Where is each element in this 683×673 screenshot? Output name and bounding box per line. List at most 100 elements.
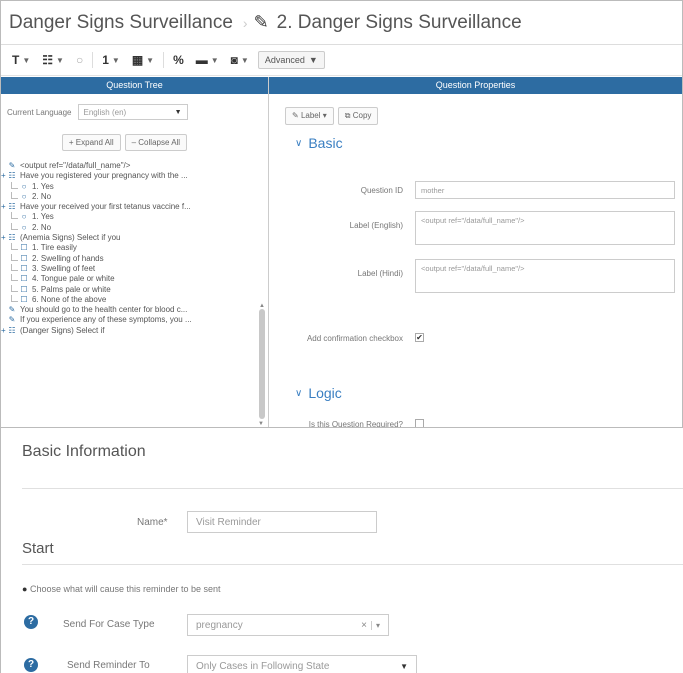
tree-item[interactable]: ✎ If you experience any of these symptoms…	[1, 315, 268, 325]
number-icon: 1	[102, 53, 109, 67]
caret-down-icon: ▼	[146, 55, 155, 65]
list-icon: ☷	[8, 202, 16, 212]
required-row: Is this Question Required?	[269, 415, 424, 427]
label-type-button[interactable]: ✎ Label ▾	[285, 107, 334, 125]
tree-item[interactable]: ○ 1. Yes	[1, 212, 268, 222]
tree-item-label: You should go to the health center for b…	[20, 305, 188, 315]
add-radio-button[interactable]: ○	[73, 50, 86, 70]
label-english-label: Label (English)	[349, 221, 403, 230]
tree-item[interactable]: + ☷ Have your received your first tetanus …	[1, 202, 268, 212]
title-bar: Danger Signs Surveillance › ✎ 2. Danger …	[1, 1, 682, 45]
caret-down-icon: ▼	[240, 55, 249, 65]
add-select-question-button[interactable]: ☷ ▼	[39, 50, 67, 70]
question-id-label: Question ID	[360, 186, 403, 195]
text-icon: T	[12, 53, 20, 67]
tree-item[interactable]: + ☷ Have you registered your pregnancy wit…	[1, 171, 268, 181]
expand-all-button[interactable]: + Expand All	[61, 134, 121, 151]
choose-note-text: Choose what will cause this reminder to …	[29, 584, 221, 594]
add-number-question-button[interactable]: 1 ▼	[99, 50, 123, 70]
scroll-down-arrow-icon[interactable]: ▼	[258, 421, 264, 427]
language-select[interactable]: English (en) ▼	[77, 104, 188, 120]
tree-item[interactable]: ☐ 5. Palms pale or white	[1, 284, 268, 295]
tree-item[interactable]: ○ 1. Yes	[1, 181, 268, 192]
basic-section-toggle[interactable]: ∨ Basic	[295, 135, 343, 151]
tree-item[interactable]: ○ 2. No	[1, 191, 268, 202]
option-icon: ○	[21, 222, 27, 232]
tree-item-label: <output ref="/data/full_name"/>	[20, 161, 131, 170]
form-designer-panel: Danger Signs Surveillance › ✎ 2. Danger …	[0, 0, 683, 428]
clear-icon[interactable]: ×	[361, 620, 367, 631]
expand-node-icon[interactable]: +	[1, 233, 6, 243]
add-calculate-button[interactable]: %	[170, 50, 187, 70]
info-icon: ●	[22, 584, 28, 594]
expand-node-icon[interactable]: +	[1, 171, 6, 181]
add-group-button[interactable]: ▬ ▼	[193, 50, 222, 70]
question-properties-pane: Question Properties ✎ Label ▾ ⧉ Copy ∨ B…	[269, 77, 682, 427]
start-title: Start	[22, 540, 54, 557]
tree-item-label: (Danger Signs) Select if	[20, 325, 105, 335]
pencil-icon: ✎	[253, 12, 269, 32]
tree-item-label: 1. Yes	[32, 212, 54, 222]
label-english-input[interactable]: <output ref="/data/full_name"/>	[415, 211, 675, 245]
tree-item[interactable]: ☐ 4. Tongue pale or white	[1, 274, 268, 284]
form-title[interactable]: 2. Danger Signs Surveillance	[277, 12, 522, 34]
caret-down-icon: ▼	[56, 55, 64, 65]
tree-item[interactable]: ✎ You should go to the health center for …	[1, 305, 268, 315]
tree-item[interactable]: ☐ 3. Swelling of feet	[1, 263, 268, 274]
tree-item[interactable]: + ☷ (Danger Signs) Select if	[1, 326, 268, 336]
copy-button[interactable]: ⧉ Copy	[337, 107, 379, 125]
send-to-value: Only Cases in Following State	[196, 660, 330, 672]
question-properties-header: Question Properties	[269, 77, 682, 94]
add-text-question-button[interactable]: T ▼	[9, 50, 33, 70]
language-label: Current Language	[7, 107, 72, 117]
caret-down-icon: ▾	[322, 111, 327, 120]
option-icon: ○	[21, 212, 27, 222]
confirmation-checkbox[interactable]: ✔	[415, 333, 424, 342]
logic-section-title: Logic	[308, 385, 342, 401]
language-value: English (en)	[83, 107, 127, 117]
caret-down-icon: ▼	[210, 55, 219, 65]
name-input[interactable]: Visit Reminder	[187, 511, 377, 533]
add-date-question-button[interactable]: ▦ ▼	[129, 50, 157, 70]
send-to-select[interactable]: Only Cases in Following State ▼	[187, 655, 417, 673]
app-title[interactable]: Danger Signs Surveillance	[9, 12, 233, 34]
caret-down-icon: ▾	[370, 620, 380, 630]
question-id-input[interactable]: mother	[415, 181, 675, 199]
label-button-text: Label	[300, 111, 321, 120]
reminder-panel: Basic Information Name* Visit Reminder S…	[0, 428, 683, 673]
caret-down-icon: ▼	[174, 108, 182, 116]
send-to-label: Send Reminder To	[67, 660, 150, 671]
tag-icon: ✎	[292, 111, 299, 120]
tree-item-label: Have you registered your pregnancy with …	[20, 171, 188, 181]
chevron-down-icon: ∨	[295, 137, 303, 149]
tree-item[interactable]: ☐ 1. Tire easily	[1, 243, 268, 253]
tree-item-label: 1. Yes	[32, 181, 54, 191]
advanced-dropdown[interactable]: Advanced ▼	[257, 51, 325, 69]
section-divider	[22, 488, 683, 489]
required-checkbox[interactable]	[415, 419, 424, 427]
question-tree-header: Question Tree	[1, 77, 268, 94]
expand-node-icon[interactable]: +	[1, 202, 6, 212]
label-icon: ✎	[8, 315, 16, 325]
tree-item[interactable]: ✎ <output ref="/data/full_name"/>	[1, 161, 268, 171]
help-icon[interactable]: ?	[24, 658, 38, 672]
basic-section-title: Basic	[308, 135, 343, 151]
help-icon[interactable]: ?	[24, 615, 38, 629]
add-media-button[interactable]: ◙ ▼	[228, 50, 252, 70]
copy-button-text: Copy	[352, 111, 372, 120]
tree-item-label: Have your received your first tetanus va…	[20, 202, 191, 212]
camera-icon: ◙	[230, 53, 238, 67]
tree-item[interactable]: ○ 2. No	[1, 222, 268, 233]
caret-down-icon: ▼	[111, 55, 120, 65]
collapse-all-button[interactable]: – Collapse All	[124, 134, 188, 151]
tree-item[interactable]: ☐ 6. None of the above	[1, 294, 268, 305]
expand-node-icon[interactable]: +	[1, 326, 6, 336]
calendar-icon: ▦	[131, 53, 144, 67]
list-icon: ☷	[8, 325, 16, 335]
tree-item[interactable]: ☐ 2. Swelling of hands	[1, 253, 268, 264]
label-hindi-input[interactable]: <output ref="/data/full_name"/>	[415, 259, 675, 293]
tree-item[interactable]: + ☷ (Anemia Signs) Select if you	[1, 233, 268, 243]
logic-section-toggle[interactable]: ∨ Logic	[295, 385, 342, 401]
case-type-select[interactable]: pregnancy × ▾	[187, 614, 389, 636]
tree-scrollbar[interactable]	[259, 309, 265, 419]
